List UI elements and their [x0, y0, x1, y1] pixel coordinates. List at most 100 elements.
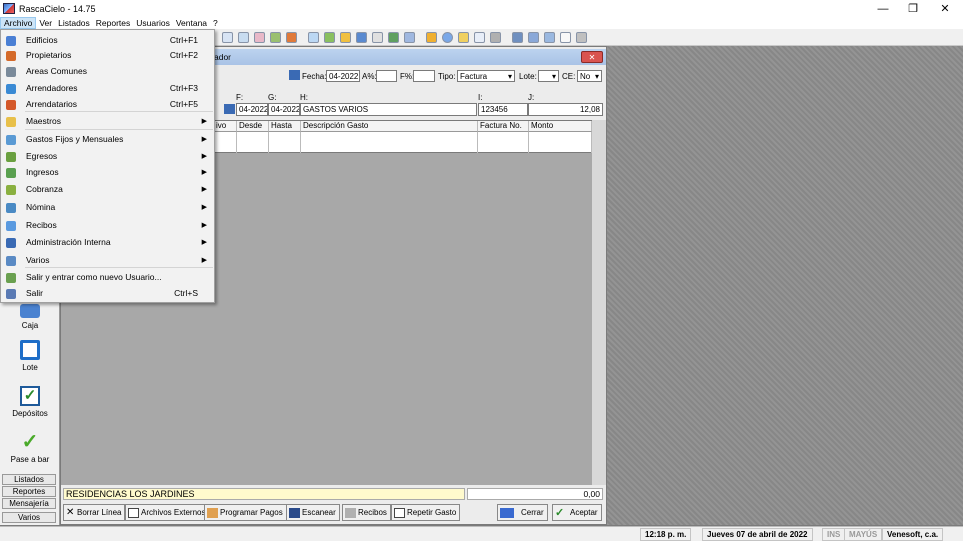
menu-item-maestros[interactable]: Maestros ▶: [1, 113, 214, 130]
grid-cell[interactable]: [301, 132, 478, 153]
descripcion-field[interactable]: GASTOS VARIOS: [300, 103, 477, 116]
menu-item-propietarios[interactable]: Propietarios Ctrl+F2: [1, 47, 214, 64]
programar-pagos-button[interactable]: Programar Pagos: [204, 504, 287, 521]
menu-item-salir-y-entrar-como-nuevo-usuario[interactable]: Salir y entrar como nuevo Usuario...: [1, 269, 214, 286]
menu-item-arrendatarios[interactable]: Arrendatarios Ctrl+F5: [1, 96, 214, 113]
close-door-icon: [500, 507, 514, 518]
tool-globe-icon[interactable]: [442, 32, 453, 43]
grid-cell[interactable]: [478, 132, 529, 153]
batch-icon: [20, 340, 40, 360]
f-percent-field[interactable]: [413, 70, 435, 82]
menu-item-administracio-n-interna[interactable]: Administración Interna ▶: [1, 234, 214, 251]
close-button[interactable]: ✕: [930, 0, 960, 17]
archivos-externos-button[interactable]: Archivos Externos: [125, 504, 210, 521]
sidebar-cat-listados[interactable]: Listados: [2, 474, 56, 485]
sidebar-depositos[interactable]: ✓ Depósitos: [0, 386, 60, 418]
tool-window-icon[interactable]: [512, 32, 523, 43]
tool-grid-icon[interactable]: [356, 32, 367, 43]
menu-item-ingresos[interactable]: Ingresos ▶: [1, 164, 214, 181]
tool-window3-icon[interactable]: [544, 32, 555, 43]
grid-cell[interactable]: [214, 132, 237, 153]
sidebar-cat-varios[interactable]: Varios: [2, 512, 56, 523]
calendar-icon[interactable]: [224, 104, 235, 114]
tool-mail-icon[interactable]: [474, 32, 485, 43]
menu-item-egresos[interactable]: Egresos ▶: [1, 148, 214, 165]
programar-pagos-label: Programar Pagos: [220, 508, 283, 517]
grid-cell[interactable]: [237, 132, 269, 153]
tool-card-icon[interactable]: [426, 32, 437, 43]
sidebar-pase[interactable]: ✓ Pase a bar: [0, 432, 60, 464]
chevron-down-icon: ▾: [507, 72, 512, 81]
a-percent-label: A%:: [362, 72, 377, 81]
tool-doc-icon[interactable]: [222, 32, 233, 43]
factura-field[interactable]: 123456: [478, 103, 528, 116]
tool-window2-icon[interactable]: [528, 32, 539, 43]
menu-archivo[interactable]: Archivo: [0, 17, 37, 29]
submenu-arrow-icon: ▶: [201, 153, 207, 160]
menu-listados[interactable]: Listados: [55, 18, 93, 28]
sidebar-cat-mensajeria[interactable]: Mensajería: [2, 498, 56, 509]
vertical-scrollbar[interactable]: [592, 120, 606, 485]
tool-folder-icon[interactable]: [340, 32, 351, 43]
ce-select[interactable]: No ▾: [577, 70, 602, 82]
tool-doc2-icon[interactable]: [238, 32, 249, 43]
building-name: RESIDENCIAS LOS JARDINES: [63, 488, 465, 500]
tool-folder2-icon[interactable]: [458, 32, 469, 43]
menu-item-varios[interactable]: Varios ▶: [1, 252, 214, 269]
tool-calc-icon[interactable]: [372, 32, 383, 43]
menu-item-arrendadores[interactable]: Arrendadores Ctrl+F3: [1, 80, 214, 97]
fecha-field[interactable]: 04-2022: [326, 70, 360, 82]
menu-item-label: Salir y entrar como nuevo Usuario...: [26, 272, 162, 282]
child-close-button[interactable]: ✕: [581, 51, 603, 63]
calendar-icon[interactable]: [289, 70, 300, 80]
menu-item-recibos[interactable]: Recibos ▶: [1, 217, 214, 234]
tool-user-icon[interactable]: [286, 32, 297, 43]
menu-help[interactable]: ?: [210, 18, 221, 28]
menu-ver[interactable]: Ver: [36, 18, 55, 28]
a-percent-field[interactable]: [376, 70, 397, 82]
tool-print-icon[interactable]: [254, 32, 265, 43]
aceptar-button[interactable]: ✓ Aceptar: [552, 504, 602, 521]
status-bar: 12:18 p. m. Jueves 07 de abril de 2022 I…: [0, 526, 963, 541]
tool-list-icon[interactable]: [404, 32, 415, 43]
grid-cell[interactable]: [529, 132, 592, 153]
tool-printer-icon[interactable]: [576, 32, 587, 43]
menu-item-gastos-fijos-y-mensuales[interactable]: Gastos Fijos y Mensuales ▶: [1, 131, 214, 148]
sidebar-cat-reportes[interactable]: Reportes: [2, 486, 56, 497]
menu-item-shortcut: Ctrl+F2: [169, 50, 198, 60]
tool-blank-icon[interactable]: [560, 32, 571, 43]
escanear-button[interactable]: Escanear: [286, 504, 340, 521]
sidebar-caja[interactable]: Caja: [0, 304, 60, 330]
tipo-select[interactable]: Factura ▾: [457, 70, 515, 82]
repetir-gasto-button[interactable]: Repetir Gasto: [391, 504, 461, 521]
desde-field[interactable]: 04-2022: [236, 103, 268, 116]
monto-field[interactable]: 12,08: [528, 103, 603, 116]
menu-item-cobranza[interactable]: Cobranza ▶: [1, 181, 214, 198]
borrar-linea-button[interactable]: ✕ Borrar Línea: [63, 504, 126, 521]
recibos-button[interactable]: Recibos: [342, 504, 391, 521]
hasta-field[interactable]: 04-2022: [268, 103, 300, 116]
menu-reportes[interactable]: Reportes: [93, 18, 134, 28]
menu-item-salir[interactable]: Salir Ctrl+S: [1, 285, 214, 302]
sidebar-lote[interactable]: Lote: [0, 340, 60, 372]
restore-button[interactable]: ❐: [898, 0, 928, 17]
tool-check-icon[interactable]: [324, 32, 335, 43]
grid-cell[interactable]: [269, 132, 301, 153]
menu-item-no-mina[interactable]: Nómina ▶: [1, 199, 214, 216]
schedule-icon: [207, 507, 218, 518]
col-g-label: G:: [268, 93, 277, 102]
menu-ventana[interactable]: Ventana: [173, 18, 210, 28]
cerrar-button[interactable]: Cerrar: [497, 504, 548, 521]
minimize-button[interactable]: —: [868, 0, 898, 17]
tool-receipt-icon[interactable]: [308, 32, 319, 43]
status-company: Venesoft, c.a.: [882, 528, 944, 541]
lote-select[interactable]: ▾: [538, 70, 559, 82]
menu-item-areas-comunes[interactable]: Areas Comunes: [1, 63, 214, 80]
tool-calculator-icon[interactable]: [490, 32, 501, 43]
tool-egresos-icon[interactable]: [270, 32, 281, 43]
payroll-icon: [6, 203, 16, 213]
tenant-icon: [6, 100, 16, 110]
menu-usuarios[interactable]: Usuarios: [133, 18, 173, 28]
tool-money-icon[interactable]: [388, 32, 399, 43]
menu-item-label: Areas Comunes: [26, 66, 87, 76]
